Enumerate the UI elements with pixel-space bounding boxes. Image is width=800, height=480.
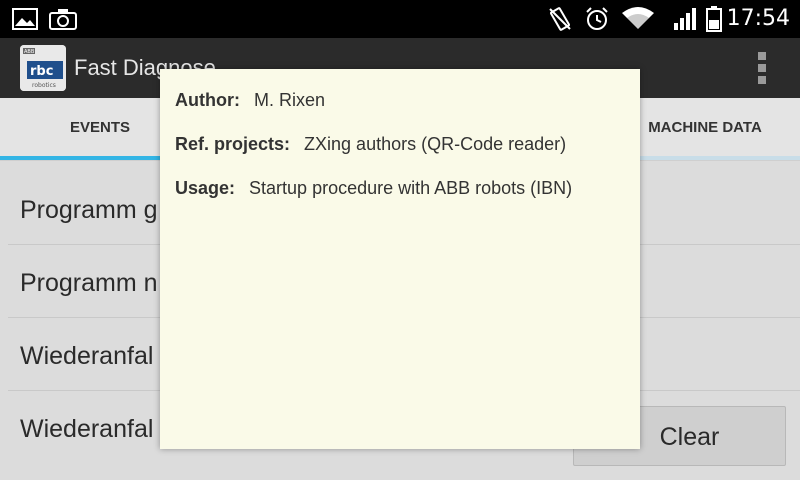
event-label: Wiederanfal <box>20 415 154 443</box>
clear-label: Clear <box>659 423 720 451</box>
author-label: Author: <box>175 90 240 110</box>
event-label: Programm g <box>20 196 158 224</box>
ref-projects-row: Ref. projects: ZXing authors (QR-Code rea… <box>175 129 566 159</box>
about-dialog: Author: M. Rixen Ref. projects: ZXing auth… <box>160 69 640 449</box>
signal-icon <box>672 0 698 38</box>
overflow-menu-icon[interactable] <box>754 52 770 84</box>
event-label: Wiederanfal <box>20 342 154 370</box>
app-logo[interactable]: ABB rbc robotics <box>20 45 66 91</box>
ref-projects-value: ZXing authors (QR-Code reader) <box>304 134 567 154</box>
usage-label: Usage: <box>175 178 236 198</box>
vibrate-icon <box>546 0 574 38</box>
image-icon <box>10 0 40 38</box>
usage-row: Usage: Startup procedure with ABB robots … <box>175 173 572 203</box>
author-value: M. Rixen <box>253 90 325 110</box>
alarm-icon <box>583 0 611 38</box>
status-bar: 17:54 <box>0 0 800 38</box>
svg-text:robotics: robotics <box>32 82 56 89</box>
svg-text:ABB: ABB <box>24 49 35 55</box>
event-label: Programm n <box>20 269 158 297</box>
ref-projects-label: Ref. projects: <box>175 134 291 154</box>
wifi-icon <box>620 0 656 38</box>
svg-text:rbc: rbc <box>30 64 53 79</box>
author-row: Author: M. Rixen <box>175 85 325 115</box>
camera-icon <box>48 0 78 38</box>
clock: 17:54 <box>726 6 790 31</box>
battery-icon <box>703 0 725 38</box>
usage-value: Startup procedure with ABB robots (IBN) <box>249 178 573 198</box>
